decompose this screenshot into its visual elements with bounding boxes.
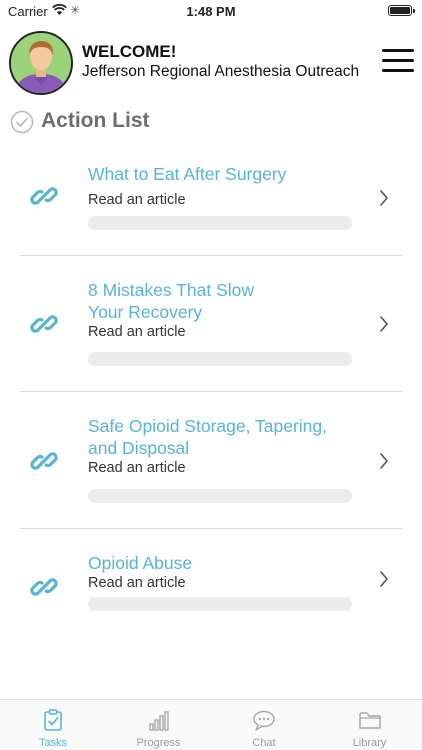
item-title: 8 Mistakes That Slow Your Recovery — [88, 280, 350, 323]
item-subtitle: Read an article — [88, 324, 186, 340]
folder-icon — [358, 712, 381, 729]
progress-bar — [88, 352, 352, 366]
item-subtitle: Read an article — [88, 460, 186, 476]
link-icon — [30, 578, 58, 596]
tab-label: Chat — [252, 737, 276, 749]
tab-label: Progress — [136, 737, 181, 749]
item-title-line: Safe Opioid Storage, Tapering, — [88, 416, 328, 436]
item-title-line: 8 Mistakes That Slow — [88, 280, 254, 300]
section-title: Action List — [41, 109, 150, 132]
item-title-line: What to Eat After Surgery — [88, 164, 287, 184]
app-header: WELCOME! Jefferson Regional Anesthesia O… — [0, 28, 422, 98]
tab-label: Tasks — [38, 737, 68, 749]
tab-progress[interactable]: Progress — [106, 700, 212, 750]
item-subtitle: Read an article — [88, 192, 186, 208]
tab-tasks[interactable]: Tasks — [0, 700, 106, 750]
chevron-right-icon — [380, 316, 388, 332]
hamburger-menu-icon[interactable] — [382, 49, 414, 73]
item-title: Opioid Abuse — [88, 553, 350, 575]
list-item[interactable]: Safe Opioid Storage, Tapering, and Dispos… — [20, 392, 402, 529]
checkmark-circle-icon — [10, 110, 34, 134]
link-icon — [30, 315, 58, 333]
item-subtitle: Read an article — [88, 575, 186, 591]
item-title: Safe Opioid Storage, Tapering, and Dispos… — [88, 416, 350, 459]
avatar[interactable] — [9, 31, 73, 95]
tab-chat[interactable]: Chat — [211, 700, 317, 750]
item-title-line: Your Recovery — [88, 301, 203, 322]
user-avatar-icon — [11, 33, 71, 93]
chevron-right-icon — [380, 571, 388, 587]
chevron-right-icon — [380, 190, 388, 206]
list-item[interactable]: Opioid Abuse Read an article — [20, 529, 402, 649]
chat-bubble-icon — [253, 710, 275, 731]
item-title-line: Opioid Abuse — [88, 553, 193, 573]
bar-chart-icon — [148, 711, 169, 731]
clipboard-check-icon — [44, 709, 62, 731]
progress-bar — [88, 597, 352, 611]
tab-bar: Tasks Progress Chat Library — [0, 699, 422, 750]
list-item[interactable]: 8 Mistakes That Slow Your Recovery Read an… — [20, 256, 402, 392]
progress-bar — [88, 216, 352, 230]
welcome-heading: WELCOME! — [82, 42, 177, 61]
action-list: What to Eat After Surgery Read an article… — [20, 136, 402, 649]
link-icon — [30, 452, 58, 470]
tab-label: Library — [352, 737, 387, 749]
chevron-right-icon — [380, 453, 388, 469]
tab-library[interactable]: Library — [317, 700, 422, 750]
battery-icon — [388, 5, 415, 16]
item-title-line: and Disposal — [88, 437, 190, 458]
list-item[interactable]: What to Eat After Surgery Read an article — [20, 136, 402, 256]
status-bar: Carrier ✳ 1:48 PM — [0, 0, 422, 22]
status-time: 1:48 PM — [186, 4, 236, 19]
item-title: What to Eat After Surgery — [88, 164, 350, 186]
progress-bar — [88, 489, 352, 503]
link-icon — [30, 187, 58, 205]
organization-name: Jefferson Regional Anesthesia Outreach — [82, 63, 360, 80]
